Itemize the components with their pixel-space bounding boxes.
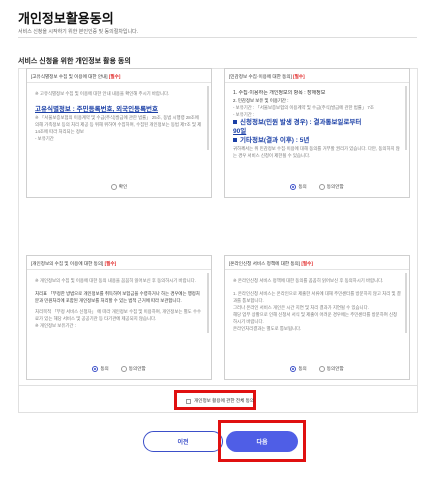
radio-label: 동의안함 <box>128 366 146 371</box>
agree-radio[interactable]: 동의 <box>92 366 109 372</box>
radio-label: 동의 <box>100 366 109 371</box>
card-options: 확인 <box>27 182 211 192</box>
card-line: ※ 개인정보의 수집 및 이용에 대한 동의 내용을 꼼꼼히 읽어보신 후 동의… <box>35 278 196 283</box>
card-header: [고유식별정보 수집 및 이용에 대한 안내] [필수] <box>27 69 211 83</box>
scrollbar[interactable] <box>207 273 209 334</box>
scrollbar[interactable] <box>405 86 407 150</box>
radio-icon[interactable] <box>120 366 127 372</box>
radio-label: 확인 <box>118 184 128 189</box>
card-line: 처리목적 「부정 서비스 신청자」 에 따라 개인정보 수집 및 이용하며, 개… <box>35 309 202 321</box>
card-line: 그러나 온라인 서비스 개인은 시간 지연 및 처리 결과가 지연될 수 있습니… <box>233 305 369 310</box>
radio-label: 동의안함 <box>326 184 344 189</box>
radio-label: 동의 <box>298 184 307 189</box>
card-line: 해당 업무 상황으로 인해 신청서 서식 및 제출이 어려운 경우에는 주민센터… <box>233 312 398 324</box>
card-line: - 보유기간 : <box>233 112 255 117</box>
radio-selected-icon[interactable] <box>92 366 99 372</box>
card-line: 귀하께서는 위 민감정보 수집·이용에 대해 동의를 거부할 권리가 있습니다.… <box>233 146 400 158</box>
card-body[interactable]: 1. 수집·이용하는 개인정보의 항목 : 장애정보 2. 민감정보 보유 및 … <box>225 84 409 175</box>
disagree-radio[interactable]: 동의안함 <box>318 184 344 190</box>
card-header: [민감정보 수집·이용에 대한 동의] [필수] <box>225 69 409 83</box>
card-line: - 보유기간 : 「서울보증보험의 이용계약 및 수급(주식)발급에 관한 법률… <box>233 105 374 110</box>
page-title: 개인정보활용동의 <box>18 11 114 26</box>
radio-icon[interactable] <box>110 184 117 190</box>
required-mark: [필수] <box>108 74 121 79</box>
consent-card-unique-id: [고유식별정보 수집 및 이용에 대한 안내] [필수] ※ 고유식별정보 수집… <box>26 68 212 198</box>
card-header: [온라인신청 서비스 정책에 대한 동의] [필수] <box>225 256 409 270</box>
radio-icon[interactable] <box>318 184 325 190</box>
radio-icon[interactable] <box>318 366 325 372</box>
checkbox-icon[interactable] <box>186 398 191 404</box>
card-title: [민감정보 수집·이용에 대한 동의] <box>229 74 292 79</box>
card-body[interactable]: ※ 온라인신청 서비스 정책에 대한 동의를 꼼꼼히 읽어보신 후 동의하시기 … <box>225 271 409 357</box>
required-mark: [필수] <box>301 261 313 266</box>
radio-selected-icon[interactable] <box>290 366 297 372</box>
scrollbar[interactable] <box>405 273 407 334</box>
card-line: 신청정보(민원 발생 경우) : 결과통보일로부터 <box>233 118 401 127</box>
consent-card-personal-info: [개인정보의 수집 및 이용에 대한 동의] [필수] ※ 개인정보의 수집 및… <box>26 255 212 380</box>
card-title: [온라인신청 서비스 정책에 대한 동의] <box>229 261 301 266</box>
agree-radio[interactable]: 동의 <box>290 366 307 372</box>
card-body[interactable]: ※ 고유식별정보 수집 및 이용에 대한 안내 내용을 확인해 주시기 바랍니다… <box>27 84 211 175</box>
card-line: 2. 민감정보 보유 및 이용기간 : <box>233 98 289 103</box>
scrollbar[interactable] <box>207 86 209 150</box>
confirm-radio[interactable]: 확인 <box>110 184 128 190</box>
agree-all-checkbox[interactable]: 개인정보 활용에 관한 전체 동의 <box>186 398 254 404</box>
required-mark: [필수] <box>293 74 305 79</box>
card-line: ※ 개인정보 보유기간 : <box>35 323 76 328</box>
card-line: 1. 온라인신청 서비스는 온라인으로 제출한 서류에 대해 주민센터를 방문하… <box>233 291 401 303</box>
card-body[interactable]: ※ 개인정보의 수집 및 이용에 대한 동의 내용을 꼼꼼히 읽어보신 후 동의… <box>27 271 211 357</box>
page-subtitle: 서비스 신청을 시작하기 위한 본인인증 및 동의절차입니다. <box>18 29 139 35</box>
card-line: 온라인처리결과는 별도로 통보됩니다. <box>233 326 302 331</box>
radio-label: 동의안함 <box>326 366 344 371</box>
section-title: 서비스 신청을 위한 개인정보 활용 동의 <box>18 58 131 65</box>
radio-label: 동의 <box>298 366 307 371</box>
header-divider <box>18 37 417 38</box>
agree-all-label: 개인정보 활용에 관한 전체 동의 <box>194 398 255 403</box>
consent-card-online-policy: [온라인신청 서비스 정책에 대한 동의] [필수] ※ 온라인신청 서비스 정… <box>224 255 410 380</box>
consent-card-sensitive-info: [민감정보 수집·이용에 대한 동의] [필수] 1. 수집·이용하는 개인정보… <box>224 68 410 198</box>
card-header: [개인정보의 수집 및 이용에 대한 동의] [필수] <box>27 256 211 270</box>
card-line: ※ 「서울보증보험의 이용계약 및 수급(주식)발급에 관한 법률」 25조, … <box>35 115 202 134</box>
card-line: ※ 고유식별정보 수집 및 이용에 대한 안내 내용을 확인해 주시기 바랍니다… <box>35 91 170 96</box>
card-line: 기타정보(결과 이후) : 5년 <box>233 136 401 145</box>
card-line: 처리표 「부정한 방법으로 개인정보를 취득하여 보험금을 수령하거나 하는 경… <box>35 291 200 303</box>
prev-button[interactable]: 이전 <box>143 431 223 452</box>
agree-radio[interactable]: 동의 <box>290 184 307 190</box>
required-mark: [필수] <box>104 261 117 266</box>
card-options: 동의 동의안함 <box>27 364 211 374</box>
card-title: [개인정보의 수집 및 이용에 대한 동의] <box>31 261 104 266</box>
card-line: 90일 <box>233 128 247 135</box>
disagree-radio[interactable]: 동의안함 <box>318 366 344 372</box>
card-options: 동의 동의안함 <box>225 364 409 374</box>
card-line: 1. 수집·이용하는 개인정보의 항목 : 장애정보 <box>233 90 326 96</box>
card-line: ※ 온라인신청 서비스 정책에 대한 동의를 꼼꼼히 읽어보신 후 동의하시기 … <box>233 278 384 283</box>
radio-selected-icon[interactable] <box>290 184 297 190</box>
card-line-highlight: 고유식별정보 : 주민등록번호, 외국인등록번호 <box>35 106 159 113</box>
next-button[interactable]: 다음 <box>226 431 298 452</box>
card-title: [고유식별정보 수집 및 이용에 대한 안내] <box>31 74 108 79</box>
disagree-radio[interactable]: 동의안함 <box>120 366 146 372</box>
card-line: - 보유기간 <box>35 136 54 141</box>
card-options: 동의 동의안함 <box>225 182 409 192</box>
